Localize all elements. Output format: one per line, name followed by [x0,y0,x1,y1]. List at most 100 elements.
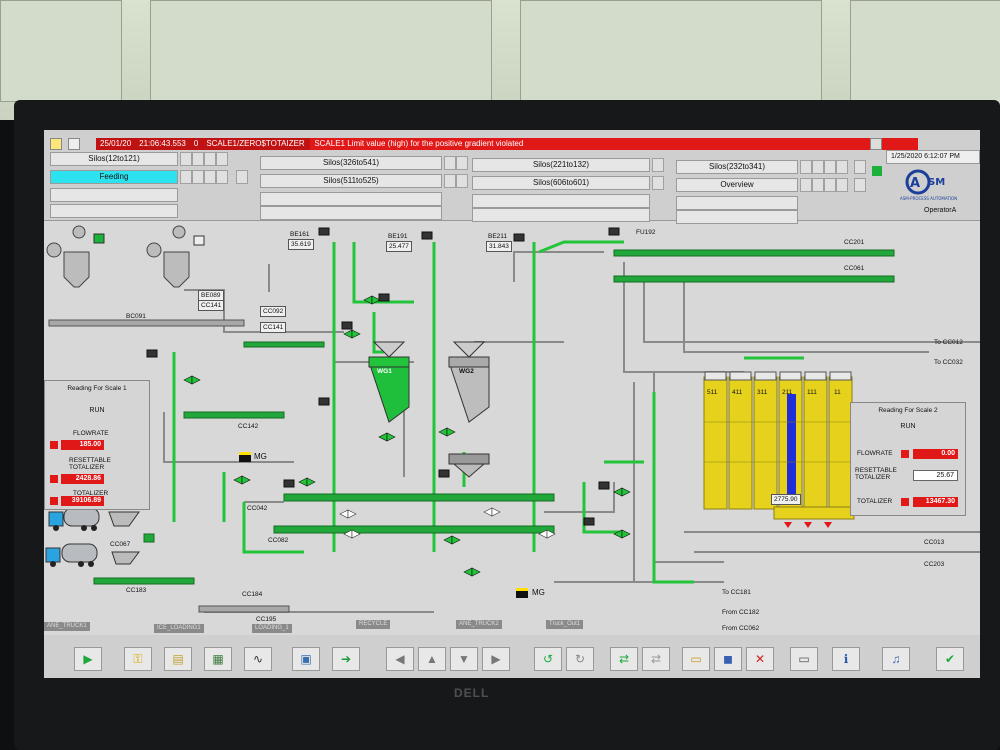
nav-slot[interactable] [824,178,836,192]
acknowledge-icon[interactable]: ✔ [936,647,964,671]
nav-slot[interactable] [216,152,228,166]
arrow-left-icon[interactable]: ◀ [386,647,414,671]
tab-recycle[interactable]: RECYCLE [356,620,391,629]
arrow-up-icon[interactable]: ▲ [418,647,446,671]
nav-slot[interactable] [180,152,192,166]
alarm-bell-icon[interactable] [50,138,62,150]
refresh-icon[interactable]: ↺ [534,647,562,671]
scale2-resettable-label: RESETTABLE TOTALIZER [855,467,897,481]
nav-silos-326to541[interactable]: Silos(326to541) [260,156,442,170]
label-cc203: CC203 [924,561,945,568]
nav-overview[interactable]: Overview [676,178,798,192]
label-from-cc062[interactable]: From CC062 [722,624,759,633]
nav-slot[interactable] [836,160,848,174]
nav-slot[interactable] [812,160,824,174]
nav-silos-606to601[interactable]: Silos(606to601) [472,176,650,190]
scale1-resettable-label: RESETTABLE TOTALIZER [69,457,111,471]
label-be191: BE191 [388,233,408,240]
silo-level-value: 2775.90 [771,494,801,505]
alarm-flag-icon [50,475,58,483]
nav-feeding[interactable]: Feeding [50,170,178,184]
scale2-totalizer-label: TOTALIZER [857,498,893,505]
svg-text:A: A [910,176,920,191]
value-be211: 31.843 [486,241,512,252]
nav-empty-4a[interactable] [676,196,798,210]
export-icon[interactable]: ➔ [332,647,360,671]
tab-truck-out1[interactable]: Truck_Out1 [546,620,584,629]
down-arrow-icon[interactable] [236,170,248,184]
report-icon[interactable]: ▦ [204,647,232,671]
nav-slot[interactable] [192,152,204,166]
scale2-flowrate-label: FLOWRATE [857,450,893,457]
status-ok-icon [872,166,882,176]
operator-label: OperatorA [924,207,957,214]
nav-silos-511to525[interactable]: Silos(511to525) [260,174,442,188]
scale1-flowrate-label: FLOWRATE [73,430,109,437]
nav-slot[interactable] [456,174,468,188]
nav-empty-1a[interactable] [50,188,178,202]
nav-silos-12to121[interactable]: Silos(12to121) [50,152,178,166]
nav-slot[interactable] [456,156,468,170]
folder-icon[interactable]: ▭ [682,647,710,671]
arrow-down-icon[interactable]: ▼ [450,647,478,671]
trend-chart-icon[interactable]: ∿ [244,647,272,671]
alarm-flag-icon [901,498,909,506]
transfer-icon[interactable]: ⇄ [610,647,638,671]
label-cc184: CC184 [242,591,263,598]
scale1-flowrate-value: 185.00 [61,440,104,450]
label-cc183: CC183 [126,587,147,594]
nav-silos-221to132[interactable]: Silos(221to132) [472,158,650,172]
nav-empty-2a[interactable] [260,192,442,206]
scroll-arrow-icon[interactable] [870,138,882,150]
alarm-banner[interactable]: 25/01/20 21:06:43.553 0 SCALE1/ZERO$TOTA… [96,138,918,150]
nav-slot[interactable] [800,160,812,174]
nav-slot[interactable] [824,160,836,174]
label-to-cc181[interactable]: To CC181 [722,588,751,597]
start-icon[interactable]: ▶ [74,647,102,671]
nav-slot[interactable] [800,178,812,192]
nav-slot[interactable] [652,176,664,190]
nav-empty-3b[interactable] [472,208,650,222]
nav-slot[interactable] [652,158,664,172]
delete-icon[interactable]: ✕ [746,647,774,671]
label-wg2: WG2 [459,368,474,375]
screen-icon[interactable]: ▭ [790,647,818,671]
key-icon[interactable]: ⚿ [124,647,152,671]
arrow-right-icon[interactable]: ▶ [482,647,510,671]
nav-slot[interactable] [204,170,216,184]
nav-slot[interactable] [812,178,824,192]
scale1-panel: Reading For Scale 1 RUN FLOWRATE 185.00 … [44,380,150,510]
label-cc013: CC013 [924,539,945,546]
tab-ice-loading1[interactable]: ICE_LOADING1 [154,624,204,633]
nav-slot[interactable] [444,156,456,170]
down-arrow-icon[interactable] [854,160,866,174]
nav-empty-2b[interactable] [260,206,442,220]
nav-slot[interactable] [192,170,204,184]
alarm-tag: SCALE1/ZERO$TOTAIZER [202,138,311,150]
silo-id-211: 211 [782,389,793,396]
forward-icon[interactable]: ↻ [566,647,594,671]
nav-slot[interactable] [180,170,192,184]
nav-slot[interactable] [204,152,216,166]
scale2-flowrate-value: 0.00 [913,449,958,459]
notes-icon[interactable]: ▤ [164,647,192,671]
nav-slot[interactable] [836,178,848,192]
nav-empty-1b[interactable] [50,204,178,218]
nav-slot[interactable] [216,170,228,184]
transfer-grey-icon[interactable]: ⇄ [642,647,670,671]
nav-empty-3a[interactable] [472,194,650,208]
log-icon[interactable]: ▣ [292,647,320,671]
tab-ane-truck2[interactable]: ANE_TRUCK2 [456,620,502,629]
alarm-list-icon[interactable] [68,138,80,150]
hmi-screen: 25/01/20 21:06:43.553 0 SCALE1/ZERO$TOTA… [44,130,980,678]
nav-slot[interactable] [444,174,456,188]
scale1-title: Reading For Scale 1 [67,385,127,392]
audio-icon[interactable]: ♫ [882,647,910,671]
tab-ane-truck1[interactable]: ANE_TRUCK1 [44,622,90,631]
down-arrow-icon[interactable] [854,178,866,192]
nav-silos-232to341[interactable]: Silos(232to341) [676,160,798,174]
tab-loading1[interactable]: LOADING_1 [252,624,292,633]
info-icon[interactable]: ℹ [832,647,860,671]
label-from-cc182[interactable]: From CC182 [722,608,759,617]
save-icon[interactable]: ◼ [714,647,742,671]
